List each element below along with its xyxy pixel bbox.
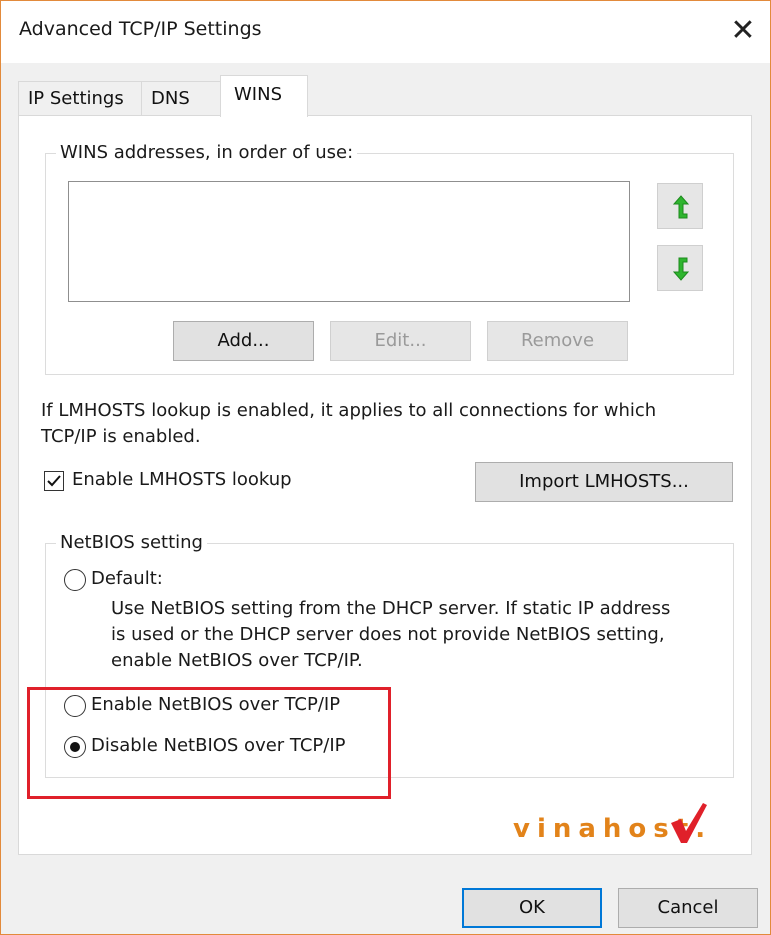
enable-lmhosts-label[interactable]: Enable LMHOSTS lookup xyxy=(72,469,292,490)
close-icon[interactable]: ✕ xyxy=(723,11,763,51)
dialog-window: Advanced TCP/IP Settings ✕ IP Settings D… xyxy=(0,0,771,935)
cancel-button[interactable]: Cancel xyxy=(618,888,758,928)
title-bar[interactable]: Advanced TCP/IP Settings ✕ xyxy=(1,1,770,63)
netbios-setting-label: NetBIOS setting xyxy=(56,532,207,553)
import-lmhosts-button[interactable]: Import LMHOSTS... xyxy=(475,462,733,502)
edit-button[interactable]: Edit... xyxy=(330,321,471,361)
wins-addresses-label: WINS addresses, in order of use: xyxy=(56,142,358,163)
tab-wins[interactable]: WINS xyxy=(220,75,308,117)
lmhosts-info-line2: TCP/IP is enabled. xyxy=(41,426,201,447)
arrow-up-icon xyxy=(672,195,690,219)
enable-lmhosts-checkbox[interactable] xyxy=(44,471,64,491)
netbios-default-desc-line2: is used or the DHCP server does not prov… xyxy=(111,624,665,645)
tab-dns[interactable]: DNS xyxy=(141,81,221,115)
tab-ip-settings[interactable]: IP Settings xyxy=(18,81,142,115)
checkmark-logo-icon xyxy=(671,803,707,843)
netbios-default-radio[interactable] xyxy=(64,569,86,591)
window-title: Advanced TCP/IP Settings xyxy=(19,18,262,40)
wins-address-list[interactable] xyxy=(68,181,630,302)
add-button[interactable]: Add... xyxy=(173,321,314,361)
ok-button[interactable]: OK xyxy=(462,888,602,928)
move-down-button[interactable] xyxy=(657,245,703,291)
netbios-default-label[interactable]: Default: xyxy=(91,568,163,589)
highlight-annotation-box xyxy=(27,687,391,799)
lmhosts-info-line1: If LMHOSTS lookup is enabled, it applies… xyxy=(41,400,657,421)
checkmark-icon xyxy=(47,475,61,487)
tab-label: IP Settings xyxy=(28,88,124,109)
tab-label: WINS xyxy=(234,84,282,105)
move-up-button[interactable] xyxy=(657,183,703,229)
netbios-default-desc-line3: enable NetBIOS over TCP/IP. xyxy=(111,650,363,671)
tab-label: DNS xyxy=(151,88,190,109)
remove-button[interactable]: Remove xyxy=(487,321,628,361)
netbios-default-desc-line1: Use NetBIOS setting from the DHCP server… xyxy=(111,598,671,619)
arrow-down-icon xyxy=(672,257,690,281)
